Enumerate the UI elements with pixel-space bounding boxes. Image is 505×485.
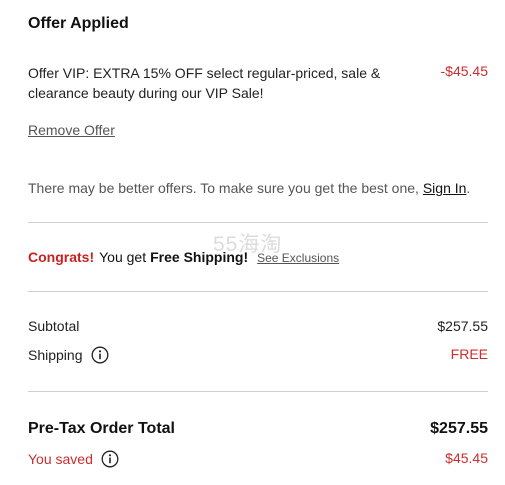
info-icon[interactable] (101, 450, 119, 468)
better-offers-text: There may be better offers. To make sure… (28, 180, 423, 196)
free-shipping-text: You get (99, 249, 147, 265)
divider (28, 222, 488, 223)
sign-in-link[interactable]: Sign In (423, 180, 467, 196)
subtotal-label: Subtotal (28, 318, 80, 334)
order-total-value: $257.55 (430, 420, 488, 437)
notice-suffix: . (466, 180, 471, 196)
order-total-label: Pre-Tax Order Total (28, 420, 175, 437)
you-saved-label: You saved (28, 451, 93, 467)
you-saved-row: You saved (28, 450, 119, 468)
free-shipping-banner: Congrats! You get Free Shipping! See Exc… (28, 249, 339, 265)
divider (28, 291, 488, 292)
congrats-label: Congrats! (28, 249, 95, 265)
info-icon[interactable] (91, 346, 109, 364)
better-offers-notice: There may be better offers. To make sure… (28, 180, 470, 196)
see-exclusions-link[interactable]: See Exclusions (257, 251, 339, 265)
shipping-label: Shipping (28, 347, 83, 363)
free-shipping-highlight: Free Shipping! (150, 249, 249, 265)
offer-description: Offer VIP: EXTRA 15% OFF select regular-… (28, 65, 381, 101)
offer-applied-title: Offer Applied (28, 15, 129, 32)
you-saved-value: $45.45 (445, 450, 488, 466)
shipping-value: FREE (450, 346, 488, 362)
remove-offer-link[interactable]: Remove Offer (28, 122, 115, 138)
subtotal-value: $257.55 (437, 318, 488, 334)
offer-discount-amount: -$45.45 (440, 63, 488, 79)
shipping-row: Shipping (28, 346, 109, 364)
divider (28, 391, 488, 392)
